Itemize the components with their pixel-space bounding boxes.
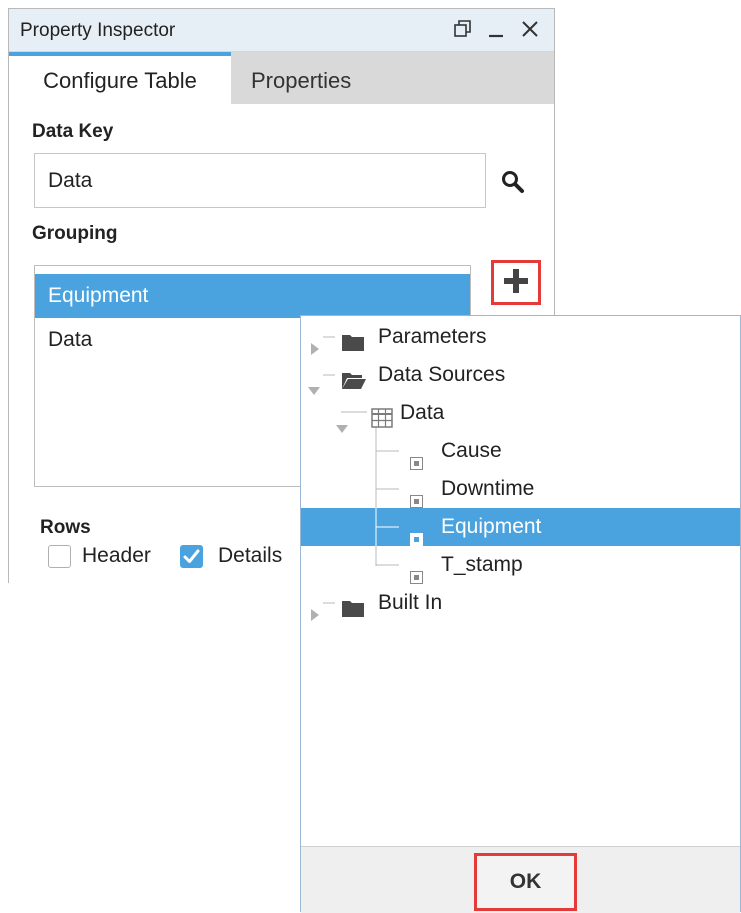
data-key-label: Data Key	[32, 121, 114, 142]
expand-arrow-icon[interactable]	[310, 597, 320, 635]
tree-connector	[375, 508, 399, 546]
header-checkbox[interactable]	[48, 545, 71, 568]
close-icon[interactable]	[516, 15, 544, 45]
tree-node-label: Downtime	[441, 477, 535, 500]
grouping-item-equipment[interactable]: Equipment	[35, 274, 470, 318]
tree-node-label: T_stamp	[441, 553, 523, 576]
tree-node-label: Data Sources	[378, 363, 506, 386]
tab-configure-table[interactable]: Configure Table	[9, 52, 231, 104]
tree-node-label: Data	[400, 401, 445, 424]
tree-node-label: Cause	[441, 439, 502, 462]
tree-node-label: Parameters	[378, 325, 487, 348]
inspector-title: Property Inspector	[20, 20, 176, 41]
tree-node-built-in[interactable]: Built In	[301, 584, 740, 622]
minimize-icon[interactable]	[482, 15, 510, 45]
tree-node-data-table[interactable]: Data	[301, 394, 740, 433]
header-checkbox-label: Header	[82, 544, 151, 567]
tree-node-data-sources[interactable]: Data Sources	[301, 356, 740, 395]
data-source-picker-popup: Parameters Data Sources Data Cause Downt…	[300, 315, 741, 913]
ok-button[interactable]: OK	[474, 853, 577, 911]
inspector-titlebar[interactable]: Property Inspector	[9, 9, 554, 52]
add-grouping-button[interactable]	[491, 260, 541, 305]
details-checkbox[interactable]	[180, 545, 203, 568]
tree-node-label: Built In	[378, 591, 443, 614]
grouping-label: Grouping	[32, 223, 118, 244]
search-icon[interactable]	[500, 169, 526, 195]
plus-icon	[503, 268, 529, 299]
restore-icon[interactable]	[449, 15, 477, 45]
tree-node-label: Equipment	[441, 515, 542, 538]
tree-node-t-stamp[interactable]: T_stamp	[301, 546, 740, 584]
popup-footer: OK	[301, 846, 740, 913]
details-checkbox-label: Details	[218, 544, 283, 567]
tree-node-equipment[interactable]: Equipment	[301, 508, 740, 546]
tree-node-cause[interactable]: Cause	[301, 432, 740, 470]
tree-node-downtime[interactable]: Downtime	[301, 470, 740, 508]
checkmark-icon	[183, 549, 200, 563]
rows-label: Rows	[40, 517, 91, 538]
tab-properties[interactable]: Properties	[251, 52, 411, 104]
tree-node-parameters[interactable]: Parameters	[301, 318, 740, 356]
folder-closed-icon	[341, 593, 365, 631]
tab-bar: Configure Table Properties	[9, 52, 554, 104]
data-key-input[interactable]: Data	[34, 153, 486, 208]
